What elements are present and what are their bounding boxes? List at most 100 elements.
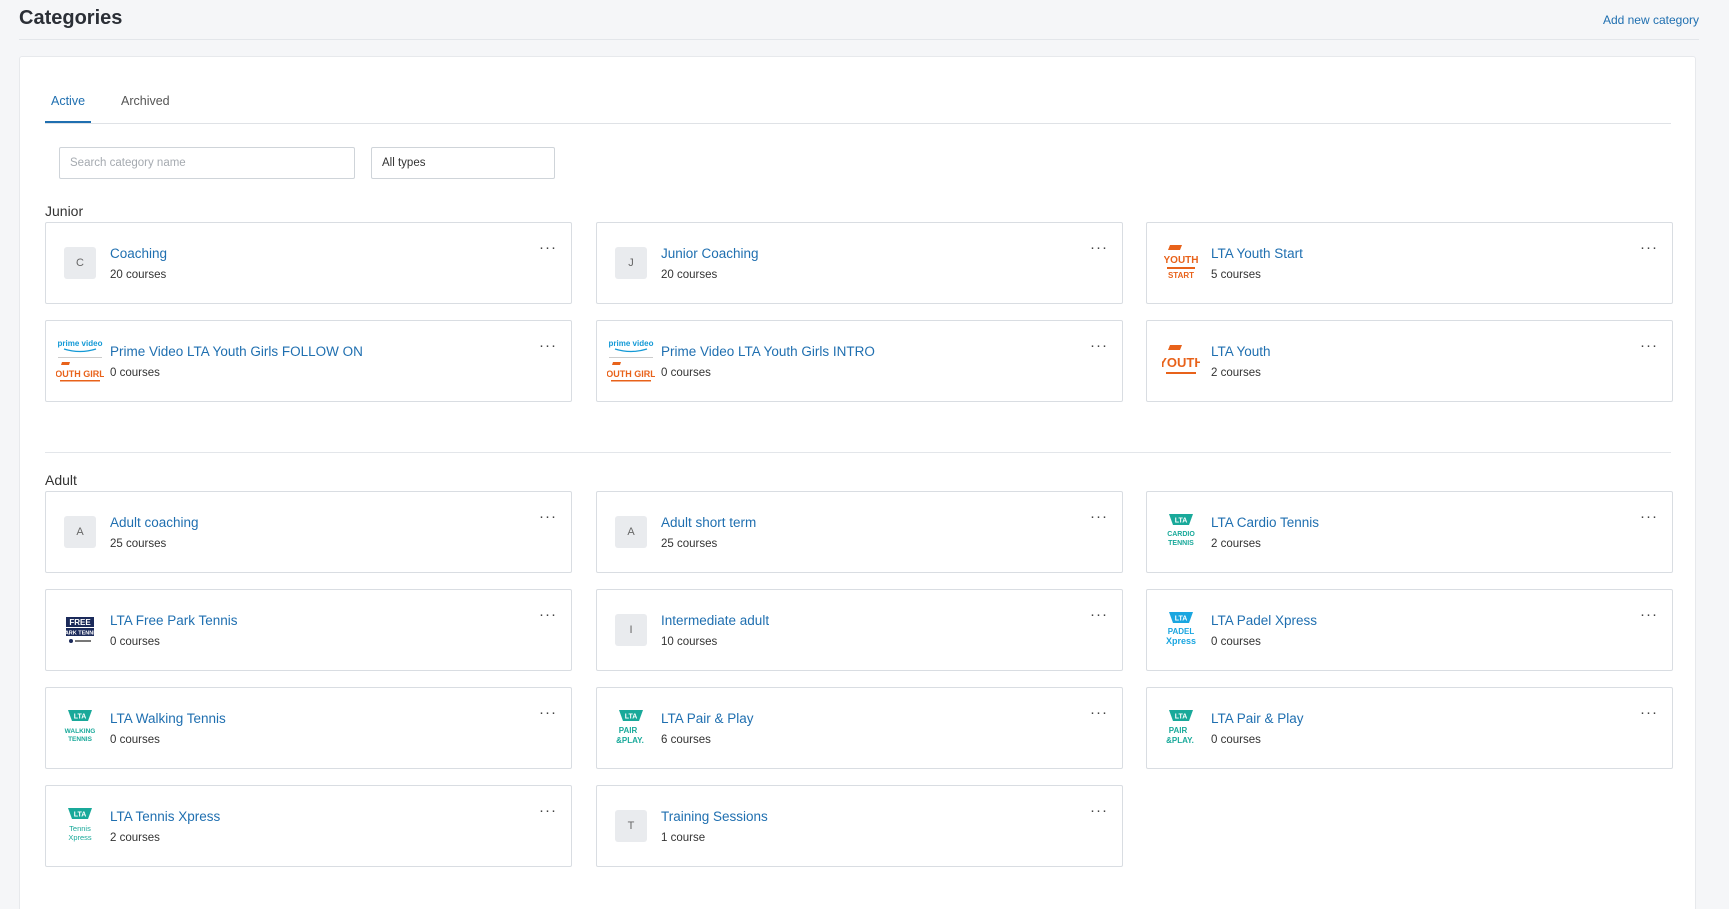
more-options-icon[interactable]: ··· bbox=[1640, 508, 1658, 525]
svg-text:Xpress: Xpress bbox=[1166, 636, 1196, 646]
course-count: 20 courses bbox=[661, 269, 718, 281]
course-count: 25 courses bbox=[661, 538, 718, 550]
svg-text:TENNIS: TENNIS bbox=[68, 736, 93, 743]
more-options-icon[interactable]: ··· bbox=[539, 606, 557, 623]
svg-text:YOUTH: YOUTH bbox=[1164, 255, 1198, 266]
svg-text:PAIR: PAIR bbox=[619, 726, 638, 735]
category-initial: I bbox=[615, 614, 647, 646]
category-card[interactable]: LTA Tennis Xpress LTA Tennis Xpress 2 cou… bbox=[45, 785, 572, 867]
category-card[interactable]: LTA PADEL Xpress LTA Padel Xpress 0 cours… bbox=[1146, 589, 1673, 671]
category-avatar: A bbox=[55, 506, 105, 558]
cardio-tennis-logo: LTA CARDIO TENNIS bbox=[1156, 506, 1206, 558]
category-avatar: A bbox=[606, 506, 656, 558]
svg-text:CARDIO: CARDIO bbox=[1167, 531, 1195, 538]
category-card[interactable]: YOUTH LTA Youth 2 courses ··· bbox=[1146, 320, 1673, 402]
category-initial: C bbox=[64, 247, 96, 279]
course-count: 0 courses bbox=[1211, 636, 1261, 648]
more-options-icon[interactable]: ··· bbox=[1090, 508, 1108, 525]
course-count: 5 courses bbox=[1211, 269, 1261, 281]
category-name-link[interactable]: Adult coaching bbox=[110, 515, 199, 530]
svg-text:TENNIS: TENNIS bbox=[1168, 540, 1194, 547]
type-select[interactable]: All types bbox=[371, 147, 555, 179]
more-options-icon[interactable]: ··· bbox=[1090, 337, 1108, 354]
more-options-icon[interactable]: ··· bbox=[1640, 704, 1658, 721]
more-options-icon[interactable]: ··· bbox=[539, 802, 557, 819]
course-count: 0 courses bbox=[110, 734, 160, 746]
pair-play-logo: LTA PAIR &PLAY. bbox=[606, 702, 656, 754]
category-name-link[interactable]: LTA Free Park Tennis bbox=[110, 613, 238, 628]
categories-panel: Active Archived All types Junior C Coachin… bbox=[19, 56, 1696, 909]
course-count: 0 courses bbox=[110, 636, 160, 648]
category-name-link[interactable]: Coaching bbox=[110, 246, 167, 261]
more-options-icon[interactable]: ··· bbox=[539, 337, 557, 354]
category-avatar: T bbox=[606, 800, 656, 852]
svg-text:WALKING: WALKING bbox=[65, 728, 96, 735]
category-name-link[interactable]: LTA Pair & Play bbox=[1211, 711, 1304, 726]
svg-text:FREE: FREE bbox=[69, 618, 91, 627]
add-new-category-link[interactable]: Add new category bbox=[1603, 13, 1699, 27]
category-name-link[interactable]: LTA Cardio Tennis bbox=[1211, 515, 1319, 530]
more-options-icon[interactable]: ··· bbox=[1640, 606, 1658, 623]
course-count: 6 courses bbox=[661, 734, 711, 746]
category-card[interactable]: I Intermediate adult 10 courses ··· bbox=[596, 589, 1123, 671]
category-card[interactable]: FREE PARK TENNIS LTA Free Park Tennis 0 c… bbox=[45, 589, 572, 671]
more-options-icon[interactable]: ··· bbox=[539, 239, 557, 256]
course-count: 25 courses bbox=[110, 538, 167, 550]
search-input[interactable] bbox=[59, 147, 355, 179]
tab-archived[interactable]: Archived bbox=[115, 94, 176, 123]
category-card[interactable]: prime video YOUTH GIRLS Prime Video LTA … bbox=[45, 320, 572, 402]
category-name-link[interactable]: Intermediate adult bbox=[661, 613, 769, 628]
more-options-icon[interactable]: ··· bbox=[1640, 337, 1658, 354]
padel-xpress-logo: LTA PADEL Xpress bbox=[1156, 604, 1206, 656]
category-name-link[interactable]: LTA Tennis Xpress bbox=[110, 809, 220, 824]
category-name-link[interactable]: LTA Youth bbox=[1211, 344, 1271, 359]
svg-text:prime video: prime video bbox=[609, 339, 654, 348]
category-initial: J bbox=[615, 247, 647, 279]
category-card[interactable]: A Adult coaching 25 courses ··· bbox=[45, 491, 572, 573]
category-card[interactable]: C Coaching 20 courses ··· bbox=[45, 222, 572, 304]
section-title: Adult bbox=[45, 472, 77, 488]
svg-text:LTA: LTA bbox=[1175, 518, 1188, 525]
svg-text:LTA: LTA bbox=[74, 714, 87, 721]
category-name-link[interactable]: LTA Youth Start bbox=[1211, 246, 1303, 261]
course-count: 2 courses bbox=[110, 832, 160, 844]
category-name-link[interactable]: Prime Video LTA Youth Girls FOLLOW ON bbox=[110, 344, 363, 359]
more-options-icon[interactable]: ··· bbox=[1090, 606, 1108, 623]
category-card[interactable]: LTA CARDIO TENNIS LTA Cardio Tennis 2 cou… bbox=[1146, 491, 1673, 573]
course-count: 2 courses bbox=[1211, 538, 1261, 550]
category-name-link[interactable]: Junior Coaching bbox=[661, 246, 759, 261]
category-card[interactable]: LTA PAIR &PLAY. LTA Pair & Play 0 courses… bbox=[1146, 687, 1673, 769]
category-card[interactable]: LTA WALKING TENNIS LTA Walking Tennis 0 c… bbox=[45, 687, 572, 769]
page-title: Categories bbox=[19, 7, 123, 29]
category-card[interactable]: J Junior Coaching 20 courses ··· bbox=[596, 222, 1123, 304]
course-count: 0 courses bbox=[1211, 734, 1261, 746]
more-options-icon[interactable]: ··· bbox=[1090, 239, 1108, 256]
category-card[interactable]: A Adult short term 25 courses ··· bbox=[596, 491, 1123, 573]
more-options-icon[interactable]: ··· bbox=[539, 704, 557, 721]
category-card[interactable]: prime video YOUTH GIRLS Prime Video LTA … bbox=[596, 320, 1123, 402]
section-divider bbox=[45, 452, 1671, 453]
category-card[interactable]: YOUTH START LTA Youth Start 5 courses ··· bbox=[1146, 222, 1673, 304]
category-name-link[interactable]: Training Sessions bbox=[661, 809, 768, 824]
category-name-link[interactable]: Prime Video LTA Youth Girls INTRO bbox=[661, 344, 875, 359]
category-card[interactable]: T Training Sessions 1 course ··· bbox=[596, 785, 1123, 867]
course-count: 20 courses bbox=[110, 269, 167, 281]
svg-text:YOUTH GIRLS: YOUTH GIRLS bbox=[607, 369, 655, 379]
free-park-tennis-logo: FREE PARK TENNIS bbox=[55, 604, 105, 656]
category-name-link[interactable]: LTA Pair & Play bbox=[661, 711, 754, 726]
category-name-link[interactable]: Adult short term bbox=[661, 515, 756, 530]
youth-start-logo: YOUTH START bbox=[1156, 237, 1206, 289]
svg-text:LTA: LTA bbox=[625, 714, 638, 721]
category-initial: A bbox=[64, 516, 96, 548]
more-options-icon[interactable]: ··· bbox=[1090, 704, 1108, 721]
more-options-icon[interactable]: ··· bbox=[1640, 239, 1658, 256]
more-options-icon[interactable]: ··· bbox=[539, 508, 557, 525]
svg-text:LTA: LTA bbox=[1175, 714, 1188, 721]
tab-active[interactable]: Active bbox=[45, 94, 92, 123]
category-name-link[interactable]: LTA Walking Tennis bbox=[110, 711, 226, 726]
category-card[interactable]: LTA PAIR &PLAY. LTA Pair & Play 6 courses… bbox=[596, 687, 1123, 769]
category-initial: T bbox=[615, 810, 647, 842]
prime-youth-girls-logo: prime video YOUTH GIRLS bbox=[606, 335, 656, 387]
category-name-link[interactable]: LTA Padel Xpress bbox=[1211, 613, 1317, 628]
more-options-icon[interactable]: ··· bbox=[1090, 802, 1108, 819]
